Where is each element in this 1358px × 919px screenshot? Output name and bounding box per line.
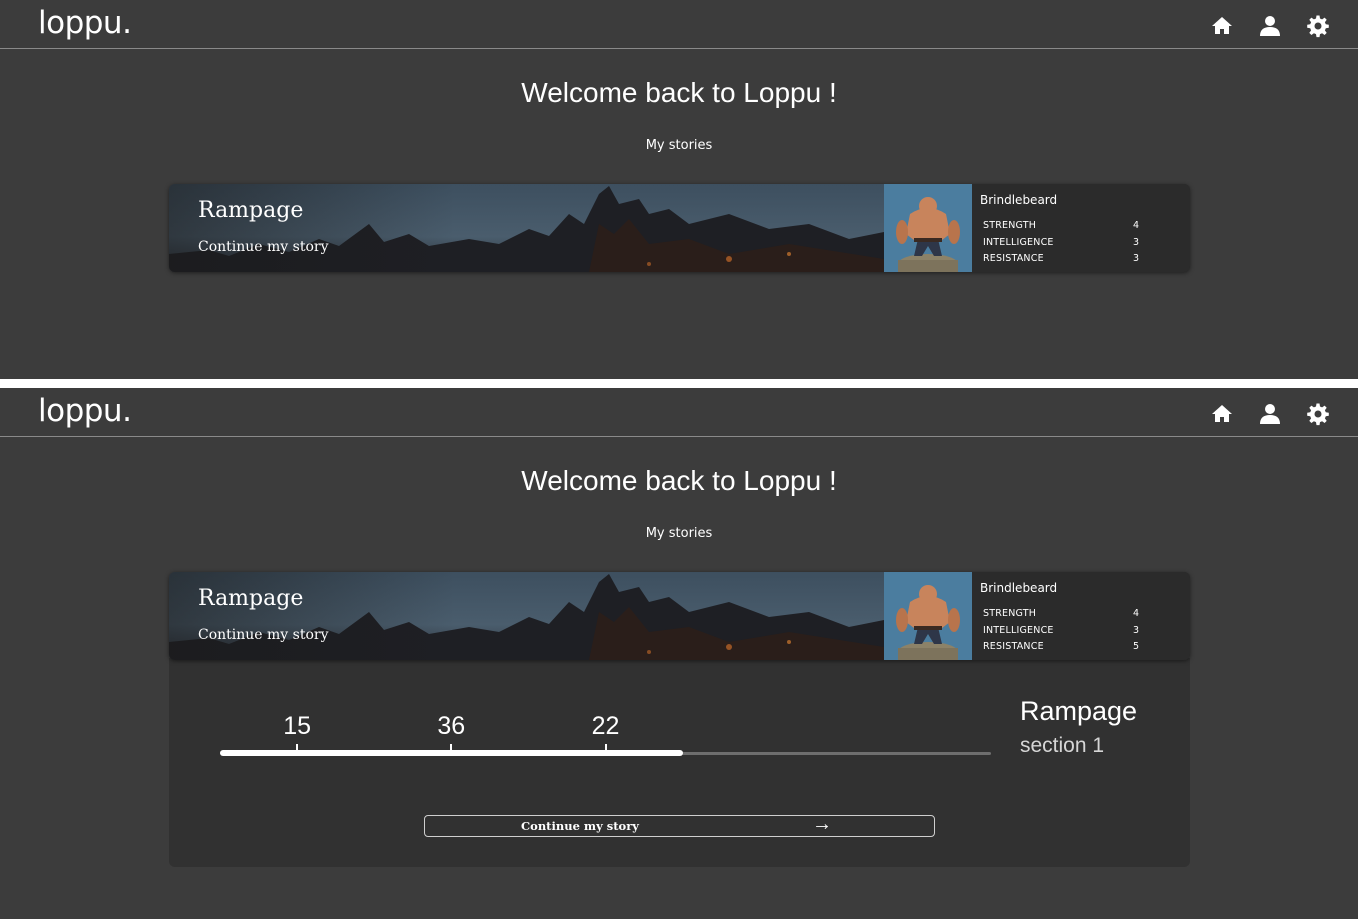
story-title: Rampage [198, 586, 304, 611]
character-avatar [884, 572, 972, 660]
stat-value: 3 [1133, 253, 1140, 264]
story-banner[interactable]: Rampage Continue my story [169, 572, 884, 660]
story-title: Rampage [198, 198, 304, 223]
top-bar: loppu. [0, 391, 1358, 437]
app-logo[interactable]: loppu. [38, 393, 132, 429]
arrow-right-icon: → [812, 813, 832, 835]
story-banner[interactable]: Rampage Continue my story [169, 184, 884, 272]
checkpoint-label: 22 [591, 712, 620, 740]
checkpoint-tick [296, 744, 299, 753]
stat-value: 4 [1133, 608, 1140, 619]
continue-story-button[interactable]: Continue my story → [424, 813, 935, 837]
top-bar: loppu. [0, 3, 1358, 49]
stat-label: INTELLIGENCE [983, 625, 1054, 636]
story-progress-panel: 15 36 22 Rampage section 1 Continue my s… [169, 658, 1190, 867]
nav-icons [1210, 14, 1330, 38]
home-icon[interactable] [1210, 402, 1234, 426]
story-card[interactable]: Rampage Continue my story Brindlebeard S… [169, 572, 1190, 660]
app-logo[interactable]: loppu. [38, 5, 132, 41]
character-name: Brindlebeard [980, 581, 1058, 595]
checkpoint-label: 36 [437, 712, 466, 740]
stat-value: 3 [1133, 625, 1140, 636]
stat-value: 4 [1133, 220, 1140, 231]
checkpoint-tick [450, 744, 453, 753]
my-stories-label: My stories [645, 526, 713, 541]
user-icon[interactable] [1258, 402, 1282, 426]
home-icon[interactable] [1210, 14, 1234, 38]
stat-label: RESISTANCE [983, 641, 1044, 652]
stat-label: STRENGTH [983, 220, 1037, 231]
user-icon[interactable] [1258, 14, 1282, 38]
continue-story-link[interactable]: Continue my story [198, 627, 329, 643]
ogre-portrait-image [884, 184, 972, 272]
checkpoint-tick [604, 744, 607, 753]
progress-section-label: section 1 [1020, 734, 1105, 757]
character-panel: Brindlebeard STRENGTH 4 INTELLIGENCE 3 R… [972, 184, 1190, 272]
welcome-heading: Welcome back to Loppu ! [521, 77, 837, 108]
stat-label: RESISTANCE [983, 253, 1044, 264]
stat-label: INTELLIGENCE [983, 237, 1054, 248]
screen-expanded: loppu. Welcome back to Loppu ! My storie… [0, 388, 1358, 919]
story-card[interactable]: Rampage Continue my story Brindlebeard S… [169, 184, 1190, 272]
character-name: Brindlebeard [980, 193, 1058, 207]
character-panel: Brindlebeard STRENGTH 4 INTELLIGENCE 3 R… [972, 572, 1190, 660]
checkpoint-label: 15 [283, 712, 311, 740]
welcome-heading: Welcome back to Loppu ! [521, 465, 837, 496]
character-avatar [884, 184, 972, 272]
stat-value: 5 [1133, 641, 1140, 652]
settings-icon[interactable] [1306, 402, 1330, 426]
progress-story-title: Rampage [1020, 696, 1138, 726]
ogre-portrait-image [884, 572, 972, 660]
settings-icon[interactable] [1306, 14, 1330, 38]
screen-collapsed: loppu. Welcome back to Loppu ! My storie… [0, 0, 1358, 379]
continue-story-link[interactable]: Continue my story [198, 239, 329, 255]
nav-icons [1210, 402, 1330, 426]
my-stories-label: My stories [645, 138, 713, 153]
stat-value: 3 [1133, 237, 1140, 248]
stat-label: STRENGTH [983, 608, 1037, 619]
continue-button-label: Continue my story [521, 819, 639, 833]
